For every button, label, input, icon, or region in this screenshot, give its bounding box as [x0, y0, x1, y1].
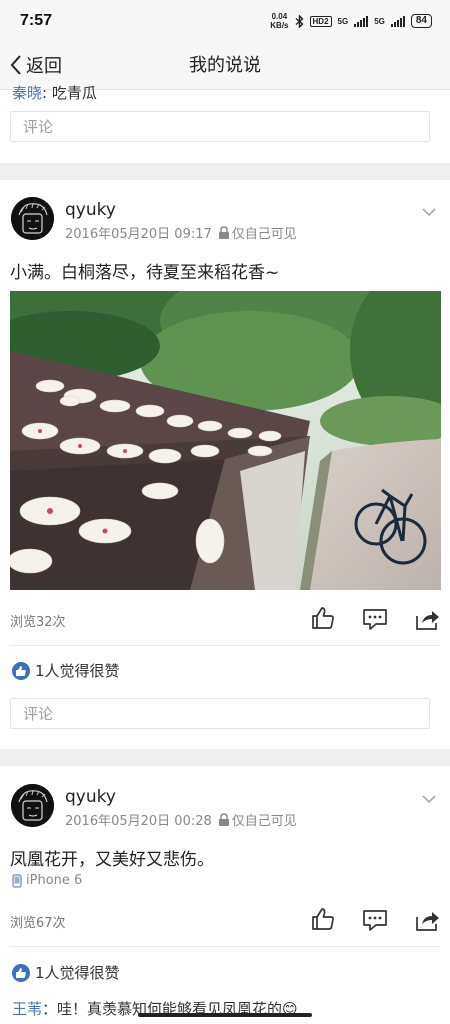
comment-input[interactable]: 评论: [10, 698, 430, 729]
post-meta: 2016年05月20日 00:28 仅自己可见: [65, 810, 297, 829]
bluetooth-icon: [295, 14, 304, 28]
post-text: 小满。白桐落尽，待夏至来稻花香~: [10, 263, 280, 283]
post-meta: 2016年05月20日 09:17 仅自己可见: [65, 223, 297, 242]
comment-icon[interactable]: [362, 606, 388, 632]
lock-icon: [218, 226, 229, 239]
comment-icon[interactable]: [362, 907, 388, 933]
post-date: 2016年05月20日 00:28: [65, 814, 212, 829]
like-badge-icon: [12, 963, 30, 982]
view-count: 浏览32次: [10, 615, 66, 630]
chevron-down-icon[interactable]: [420, 203, 438, 221]
share-icon[interactable]: [414, 606, 440, 632]
view-count: 浏览67次: [10, 916, 66, 931]
signal-label-2: 5G: [374, 16, 385, 26]
post-photo[interactable]: [10, 291, 441, 590]
thumbs-up-icon[interactable]: [310, 906, 336, 932]
share-icon[interactable]: [414, 907, 440, 933]
back-button[interactable]: 返回: [10, 50, 62, 80]
likes-summary[interactable]: 1人觉得很赞: [12, 660, 120, 681]
status-bar: 7:57 0.04 KB/s HD2 5G 5G 84: [0, 0, 450, 42]
avatar[interactable]: [11, 784, 54, 827]
section-divider: [0, 749, 450, 766]
post-text: 凤凰花开，又美好又悲伤。: [10, 850, 214, 870]
status-icons: 0.04 KB/s HD2 5G 5G 84: [270, 12, 432, 30]
signal-icon-2: [390, 15, 405, 27]
divider: [10, 946, 440, 947]
home-indicator[interactable]: [138, 1013, 312, 1017]
signal-icon: [354, 15, 369, 27]
visibility-label: 仅自己可见: [231, 814, 297, 829]
avatar[interactable]: [11, 197, 54, 240]
comment-username[interactable]: 王苇: [12, 1000, 42, 1018]
network-speed: 0.04 KB/s: [270, 12, 289, 30]
chevron-down-icon[interactable]: [420, 790, 438, 808]
section-divider: [0, 163, 450, 180]
comment-input[interactable]: 评论: [10, 111, 430, 142]
status-time: 7:57: [20, 12, 53, 29]
back-label: 返回: [26, 56, 62, 77]
post-username[interactable]: qyuky: [65, 787, 116, 807]
like-badge-icon: [12, 661, 30, 680]
lock-icon: [218, 813, 229, 826]
post-date: 2016年05月20日 09:17: [65, 227, 212, 242]
divider: [10, 645, 440, 646]
signal-label-1: 5G: [337, 16, 349, 26]
likes-text: 1人觉得很赞: [35, 662, 120, 680]
likes-text: 1人觉得很赞: [35, 964, 120, 982]
chevron-left-icon: [10, 55, 21, 75]
post-device: iPhone 6: [12, 873, 82, 888]
device-label: iPhone 6: [26, 873, 83, 888]
phone-icon: [12, 873, 22, 888]
likes-summary[interactable]: 1人觉得很赞: [12, 962, 120, 983]
battery-icon: 84: [410, 14, 432, 28]
hd-icon: HD2: [309, 15, 332, 27]
visibility-label: 仅自己可见: [231, 227, 297, 242]
thumbs-up-icon[interactable]: [310, 605, 336, 631]
post-username[interactable]: qyuky: [65, 200, 116, 220]
